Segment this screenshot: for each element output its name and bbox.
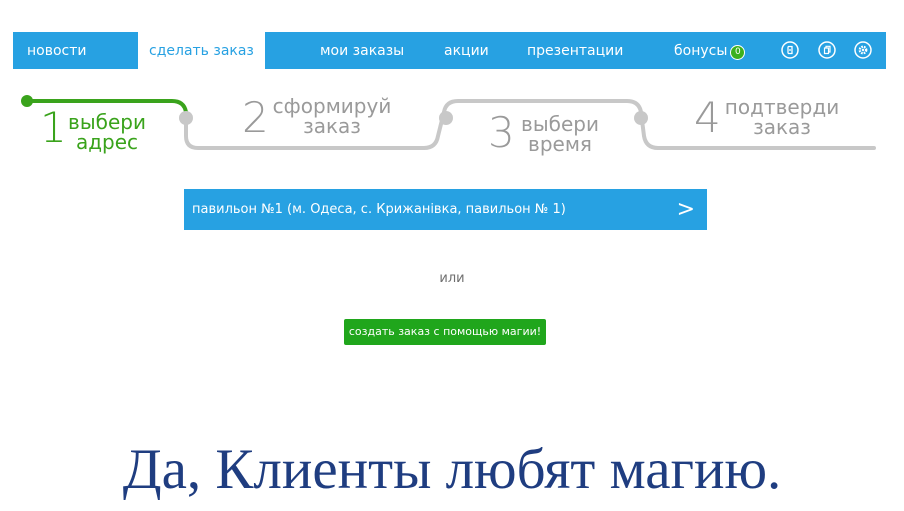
step-4-number: 4 bbox=[694, 93, 721, 142]
step-1-label-line1: выбери bbox=[68, 110, 146, 134]
step-2-number: 2 bbox=[242, 93, 269, 142]
address-text: павильон №1 (м. Одеса, с. Крижанівка, па… bbox=[192, 202, 566, 217]
step-1-end-dot bbox=[179, 111, 193, 125]
step-3-end-dot bbox=[634, 111, 648, 125]
address-select-bar[interactable]: павильон №1 (м. Одеса, с. Крижанівка, па… bbox=[184, 189, 707, 230]
step-4-label-line1: подтверди bbox=[724, 95, 840, 119]
magic-order-button[interactable]: создать заказ с помощью магии! bbox=[344, 319, 546, 345]
step-3-label-line1: выбери bbox=[521, 112, 599, 136]
step-1-label-line2: адрес bbox=[75, 130, 139, 154]
step-1-label: выбери адрес bbox=[66, 112, 148, 152]
step-2-label: сформируй заказ bbox=[271, 96, 393, 136]
or-separator: или bbox=[439, 271, 465, 286]
step-3-label: выбери время bbox=[517, 114, 603, 154]
step-start-dot bbox=[21, 95, 33, 107]
caption-text: Да, Клиенты любят магию. bbox=[122, 438, 782, 501]
step-3-number: 3 bbox=[488, 108, 515, 157]
step-4-label-line2: заказ bbox=[753, 115, 811, 139]
step-2-label-line1: сформируй bbox=[272, 94, 392, 118]
step-3-label-line2: время bbox=[528, 132, 592, 156]
arrow-right-icon: > bbox=[676, 197, 695, 222]
step-2-label-line2: заказ bbox=[303, 114, 361, 138]
step-4-label: подтверди заказ bbox=[723, 97, 841, 137]
step-1-number: 1 bbox=[40, 103, 67, 152]
step-2-end-dot bbox=[439, 111, 453, 125]
